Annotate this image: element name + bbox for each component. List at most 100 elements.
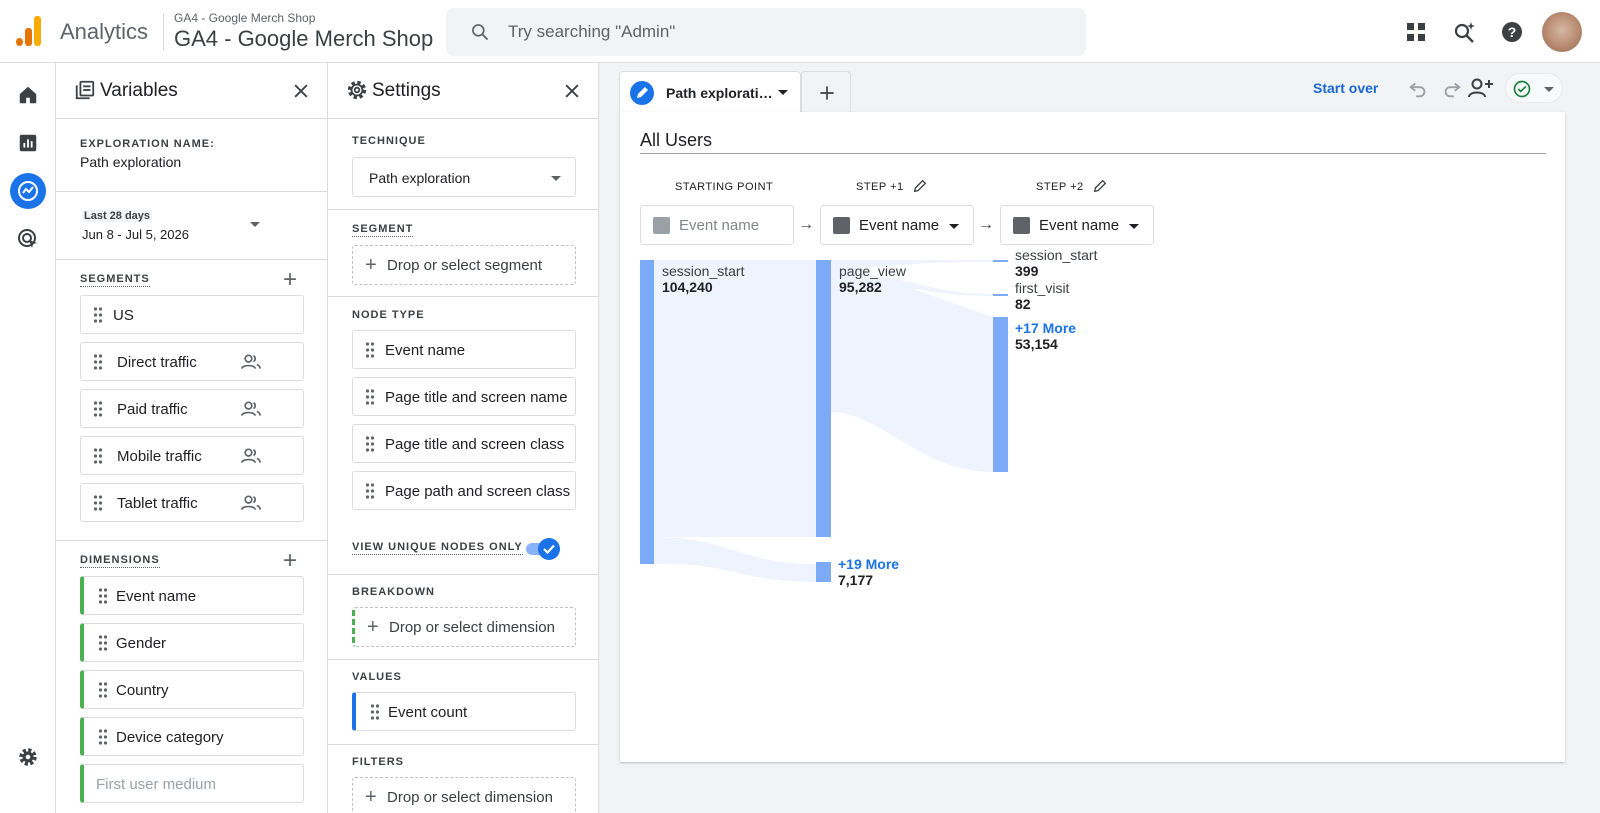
explore-icon: [18, 181, 38, 201]
apps-grid-icon[interactable]: [1404, 20, 1428, 44]
dimension-label: Device category: [116, 729, 224, 746]
start-over-button[interactable]: Start over: [1313, 80, 1378, 96]
drag-handle-icon[interactable]: [370, 704, 380, 720]
drag-handle-icon[interactable]: [365, 436, 375, 452]
people-icon: [241, 354, 261, 369]
people-icon: [241, 495, 261, 510]
search-insights-icon[interactable]: [1452, 20, 1476, 44]
account-name[interactable]: GA4 - Google Merch Shop: [174, 11, 315, 25]
filters-drop-label: Drop or select dimension: [387, 789, 553, 806]
property-selector[interactable]: GA4 - Google Merch Shop: [174, 26, 433, 52]
node-start-name[interactable]: session_start: [662, 263, 744, 279]
save-status-button[interactable]: [1505, 73, 1563, 103]
add-tab-button[interactable]: [801, 71, 851, 113]
date-range-value: Jun 8 - Jul 5, 2026: [82, 227, 189, 242]
segment-chip[interactable]: US: [80, 295, 304, 334]
chevron-down-icon[interactable]: [250, 222, 260, 227]
values-section: VALUES Event count: [328, 660, 598, 745]
drag-handle-icon[interactable]: [93, 495, 103, 511]
node-bar-step2-more[interactable]: [993, 317, 1008, 472]
undo-icon[interactable]: [1407, 78, 1429, 100]
node-bar-step1-more[interactable]: [816, 562, 831, 582]
unique-nodes-toggle[interactable]: [526, 538, 560, 560]
drag-handle-icon[interactable]: [93, 354, 103, 370]
account-avatar[interactable]: [1542, 12, 1582, 52]
technique-select[interactable]: Path exploration: [352, 157, 576, 197]
nav-explore[interactable]: [10, 173, 46, 209]
dimensions-label: DIMENSIONS: [80, 554, 160, 568]
node-type-chip[interactable]: Page title and screen name: [352, 377, 576, 416]
tab-path-exploration[interactable]: Path explorati…: [619, 71, 801, 113]
filters-drop-zone[interactable]: + Drop or select dimension: [352, 777, 576, 813]
dimension-label: Event name: [116, 588, 197, 605]
search-bar[interactable]: [446, 8, 1086, 56]
node-bar-step2-session-start[interactable]: [993, 260, 1008, 262]
nav-home[interactable]: [10, 77, 46, 113]
path-flow-diagram: [640, 260, 1008, 582]
drag-handle-icon[interactable]: [365, 389, 375, 405]
node-type-label: Page title and screen class: [385, 436, 565, 453]
search-input[interactable]: [508, 20, 1068, 44]
value-chip[interactable]: Event count: [352, 692, 576, 731]
segment-label: Mobile traffic: [117, 448, 202, 465]
node-bar-step2-first-visit[interactable]: [993, 294, 1008, 296]
dimension-chip[interactable]: Gender: [80, 623, 304, 662]
dimension-chip[interactable]: Country: [80, 670, 304, 709]
chevron-down-icon: [1544, 87, 1554, 92]
drag-handle-icon[interactable]: [98, 635, 108, 651]
segment-chip[interactable]: Direct traffic: [80, 342, 304, 381]
dimension-chip[interactable]: Event name: [80, 576, 304, 615]
node-step2-a-name[interactable]: session_start: [1015, 247, 1097, 263]
flow-band-start-to-more: [654, 537, 816, 582]
segment-label: Tablet traffic: [117, 495, 198, 512]
segment-drop-zone[interactable]: + Drop or select segment: [352, 245, 576, 285]
drag-handle-icon[interactable]: [98, 729, 108, 745]
node-type-chip[interactable]: Event name: [352, 330, 576, 369]
nav-advertising[interactable]: [10, 221, 46, 257]
segment-chip[interactable]: Paid traffic: [80, 389, 304, 428]
node-step2-more[interactable]: +17 More: [1015, 320, 1076, 336]
chevron-down-icon[interactable]: [778, 90, 788, 95]
node-bar-page-view[interactable]: [816, 260, 831, 537]
node-type-chip[interactable]: Page title and screen class: [352, 424, 576, 463]
settings-panel: Settings TECHNIQUE Path exploration SEGM…: [328, 63, 599, 813]
technique-value: Path exploration: [369, 170, 471, 186]
technique-section: TECHNIQUE Path exploration: [328, 120, 598, 210]
app-name: Analytics: [60, 19, 149, 44]
dimension-chip-placeholder[interactable]: First user medium: [80, 764, 304, 803]
drag-handle-icon[interactable]: [93, 448, 103, 464]
help-icon[interactable]: ?: [1500, 20, 1524, 44]
nav-admin[interactable]: [10, 739, 46, 775]
node-bar-session-start[interactable]: [640, 260, 654, 564]
add-segment-button[interactable]: +: [283, 268, 297, 292]
node-step2-b-name[interactable]: first_visit: [1015, 280, 1069, 296]
segment-chip[interactable]: Mobile traffic: [80, 436, 304, 475]
drag-handle-icon[interactable]: [98, 588, 108, 604]
date-range-section[interactable]: Last 28 days Jun 8 - Jul 5, 2026: [56, 192, 327, 260]
unique-nodes-label: VIEW UNIQUE NODES ONLY: [352, 541, 523, 555]
close-icon[interactable]: [291, 81, 311, 101]
add-dimension-button[interactable]: +: [283, 549, 297, 573]
breakdown-drop-zone[interactable]: + Drop or select dimension: [352, 607, 576, 647]
drag-handle-icon[interactable]: [98, 682, 108, 698]
exploration-name-value[interactable]: Path exploration: [80, 154, 181, 170]
edit-tab-icon[interactable]: [630, 81, 654, 105]
nav-reports[interactable]: [10, 125, 46, 161]
analytics-logo[interactable]: [16, 16, 42, 46]
redo-icon[interactable]: [1441, 78, 1463, 100]
node-step1-more[interactable]: +19 More: [838, 556, 899, 572]
top-bar: Analytics GA4 - Google Merch Shop GA4 - …: [0, 0, 1600, 63]
share-add-person-icon[interactable]: [1467, 76, 1495, 100]
drag-handle-icon[interactable]: [93, 307, 103, 323]
drag-handle-icon[interactable]: [365, 483, 375, 499]
segment-chip[interactable]: Tablet traffic: [80, 483, 304, 522]
node-step1-name[interactable]: page_view: [839, 263, 906, 279]
node-step2-more-value: 53,154: [1015, 336, 1058, 352]
drag-handle-icon[interactable]: [93, 401, 103, 417]
drag-handle-icon[interactable]: [365, 342, 375, 358]
node-type-section: NODE TYPE Event name Page title and scre…: [328, 297, 598, 575]
close-icon[interactable]: [562, 81, 582, 101]
people-icon: [241, 401, 261, 416]
dimension-chip[interactable]: Device category: [80, 717, 304, 756]
node-type-chip[interactable]: Page path and screen class: [352, 471, 576, 510]
